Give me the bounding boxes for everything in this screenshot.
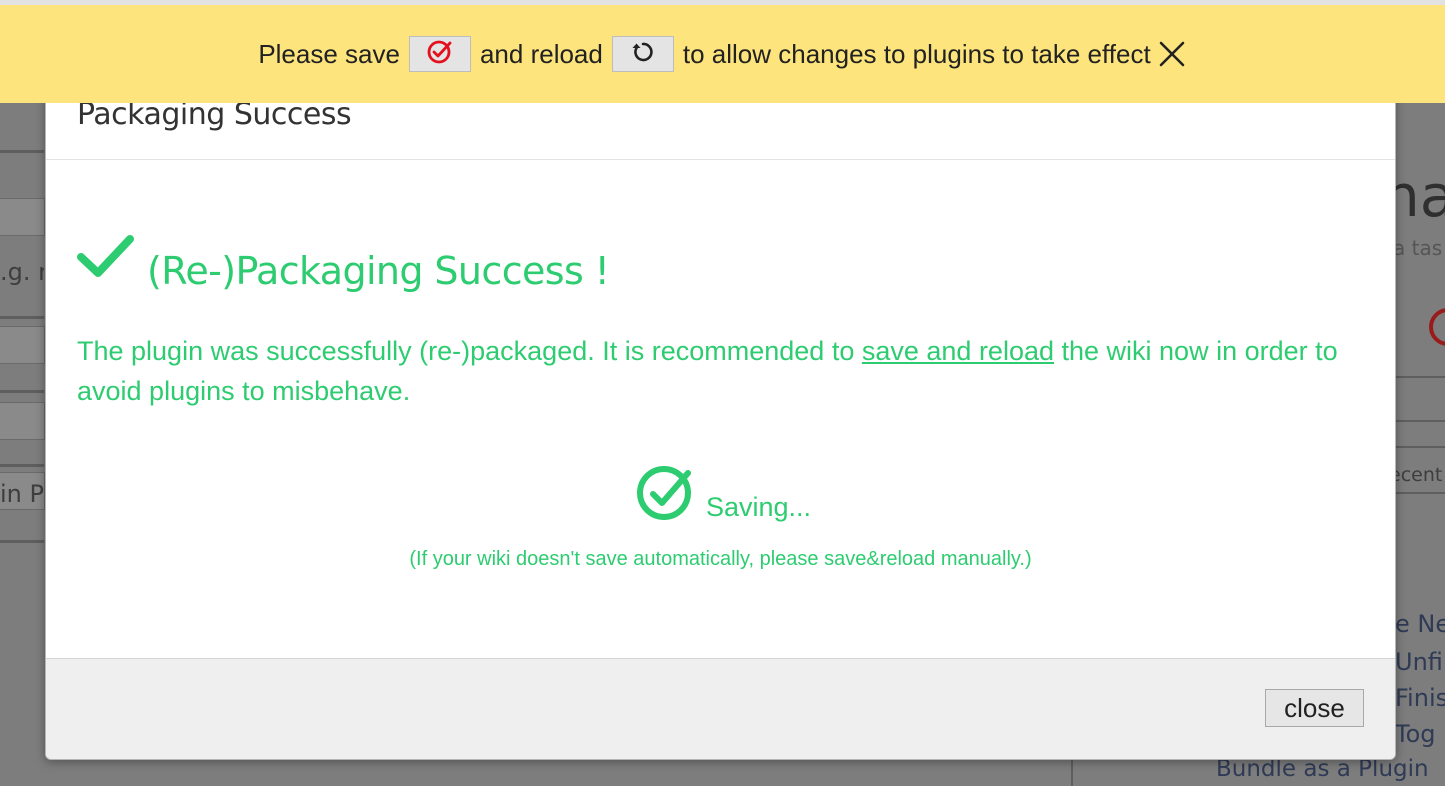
- background-item-label: in P: [0, 480, 44, 508]
- background-tab-recent: ecent: [1395, 464, 1443, 486]
- save-and-reload-link[interactable]: save and reload: [862, 336, 1054, 366]
- background-list-item: Finis: [1395, 684, 1445, 712]
- divider: [0, 316, 44, 319]
- background-page-title: nag: [1395, 162, 1445, 230]
- divider: [1395, 420, 1445, 422]
- divider: [1395, 492, 1445, 494]
- background-field: [0, 326, 45, 364]
- background-list-item: Tog: [1395, 720, 1436, 748]
- save-wiki-button[interactable]: [408, 36, 471, 72]
- save-icon-background: [1429, 308, 1445, 346]
- banner-text: and reload: [479, 38, 603, 69]
- close-button[interactable]: close: [1265, 689, 1364, 727]
- divider: [0, 464, 44, 467]
- success-message: The plugin was successfully (re-)package…: [77, 331, 1367, 411]
- success-heading: (Re-)Packaging Success !: [147, 249, 610, 293]
- check-circle-icon: [636, 463, 694, 525]
- banner-text: to allow changes to plugins to take effe…: [682, 38, 1151, 69]
- background-list-item: Unfi: [1395, 648, 1443, 676]
- divider: [1395, 376, 1445, 378]
- background-left-panel: .g. n in P: [0, 100, 45, 786]
- background-page-subtitle: a tas: [1395, 236, 1443, 260]
- reload-wiki-button[interactable]: [611, 36, 674, 72]
- modal-footer: close: [46, 658, 1395, 759]
- divider: [1395, 446, 1445, 448]
- background-right-panel: nag a tas ecent e Ne Unfi Finis Tog: [1395, 100, 1445, 786]
- banner-text: Please save: [258, 38, 400, 69]
- close-x-icon[interactable]: [1157, 39, 1187, 69]
- background-input-placeholder: .g. n: [0, 258, 44, 286]
- packaging-success-modal: Packaging Success (Re-)Packaging Success…: [45, 60, 1396, 760]
- background-list-item: e Ne: [1395, 610, 1445, 638]
- divider: [0, 150, 44, 153]
- background-field: [0, 402, 45, 440]
- saving-label: Saving...: [706, 492, 812, 522]
- plugin-change-notification: Please save and reload to allow changes …: [0, 0, 1445, 103]
- saving-status: Saving...: [636, 463, 811, 525]
- reload-arrow-icon: [629, 37, 657, 72]
- message-text: The plugin was successfully (re-)package…: [77, 336, 862, 366]
- divider: [1071, 758, 1073, 786]
- checkmark-icon: [76, 233, 136, 285]
- save-check-circle-icon: [426, 37, 454, 72]
- divider: [0, 540, 44, 543]
- divider: [0, 390, 44, 393]
- background-field: [0, 198, 45, 236]
- manual-save-hint: (If your wiki doesn't save automatically…: [409, 548, 1032, 570]
